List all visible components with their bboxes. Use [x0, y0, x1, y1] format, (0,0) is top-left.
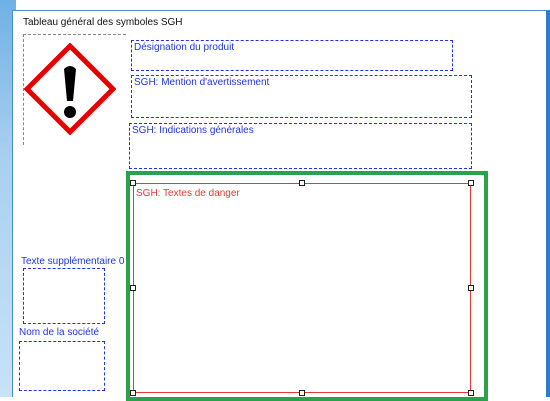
- hazard-texts-field[interactable]: SGH: Textes de danger: [133, 183, 471, 393]
- page-title: Tableau général des symboles SGH: [23, 17, 183, 28]
- resize-handle-middle-left[interactable]: [130, 285, 136, 291]
- company-name-label: Nom de la société: [19, 327, 100, 338]
- ghs-symbol-placeholder[interactable]: [23, 34, 126, 145]
- general-indications-field[interactable]: SGH: Indications générales: [129, 123, 472, 169]
- resize-handle-bottom-left[interactable]: [130, 390, 136, 396]
- resize-handle-middle-right[interactable]: [468, 285, 474, 291]
- product-designation-label: Désignation du produit: [134, 42, 235, 53]
- resize-handle-bottom-right[interactable]: [468, 390, 474, 396]
- additional-text-label: Texte supplémentaire 0: [21, 256, 125, 267]
- resize-handle-bottom-center[interactable]: [299, 390, 305, 396]
- resize-handle-top-left[interactable]: [130, 180, 136, 186]
- label-design-canvas: Tableau général des symboles SGH Désigna…: [12, 10, 550, 401]
- additional-text-field[interactable]: [23, 268, 105, 324]
- resize-handle-top-right[interactable]: [468, 180, 474, 186]
- signal-word-field[interactable]: SGH: Mention d'avertissement: [131, 75, 472, 118]
- exclamation-mark-icon: [24, 43, 116, 135]
- resize-handle-top-center[interactable]: [299, 180, 305, 186]
- company-name-field[interactable]: [19, 341, 105, 391]
- signal-word-label: SGH: Mention d'avertissement: [134, 77, 270, 88]
- product-designation-field[interactable]: Désignation du produit: [131, 40, 453, 71]
- hazard-texts-label: SGH: Textes de danger: [136, 188, 240, 199]
- general-indications-label: SGH: Indications générales: [132, 125, 254, 136]
